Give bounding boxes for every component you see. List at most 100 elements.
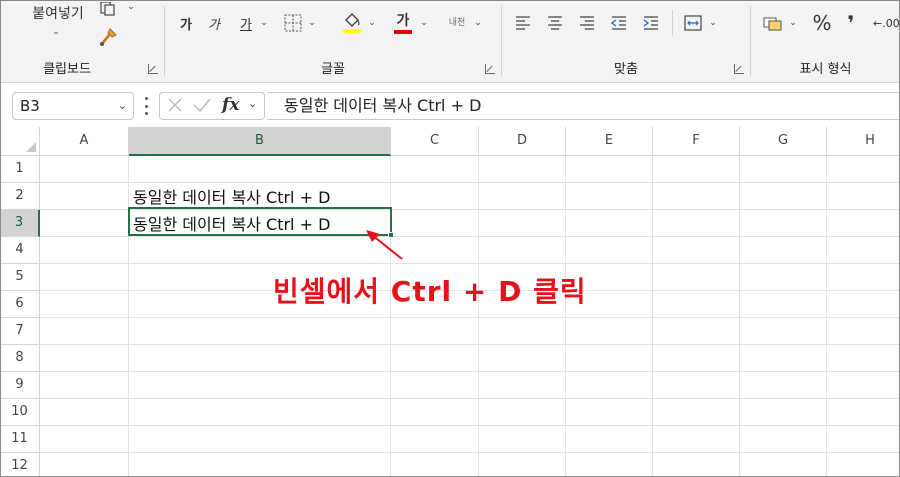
row-header-11[interactable]: 11	[0, 426, 40, 453]
more-options-icon[interactable]	[144, 97, 148, 115]
grid-row-line	[40, 263, 900, 264]
accounting-dropdown[interactable]: ⌄	[787, 12, 799, 34]
chevron-down-icon[interactable]: ⌄	[248, 97, 257, 110]
select-all-button[interactable]	[0, 127, 40, 156]
grid-row-line	[40, 452, 900, 453]
decrease-indent-button[interactable]	[608, 12, 630, 34]
font-color-bar	[394, 30, 412, 34]
increase-decimal-button[interactable]: ←.00	[873, 10, 900, 36]
underline-dropdown[interactable]: ⌄	[257, 12, 271, 34]
grid-row-line	[40, 344, 900, 345]
paste-dropdown[interactable]: ⌄	[46, 24, 66, 40]
column-header-c[interactable]: C	[391, 127, 479, 156]
chevron-down-icon: ⌄	[260, 18, 268, 28]
fill-color-dropdown[interactable]: ⌄	[365, 12, 379, 34]
align-right-icon	[580, 16, 594, 30]
comma-style-button[interactable]: ❜	[841, 10, 861, 36]
row-header-6[interactable]: 6	[0, 291, 40, 318]
fill-color-button[interactable]	[340, 10, 364, 36]
font-group-label: 글꼴	[321, 62, 345, 77]
row-header-9[interactable]: 9	[0, 372, 40, 399]
formula-tools: fx ⌄	[159, 92, 265, 120]
column-header-d[interactable]: D	[479, 127, 566, 156]
alignment-group-label: 맞춤	[614, 62, 638, 77]
enter-icon[interactable]	[192, 96, 212, 118]
merge-center-button[interactable]	[682, 12, 704, 34]
align-right-button[interactable]	[576, 12, 598, 34]
row-header-12[interactable]: 12	[0, 453, 40, 477]
clipboard-group: 붙여넣기 ⌄ ⌄ 클립보드	[0, 0, 164, 83]
italic-button[interactable]: 가	[203, 12, 225, 34]
phonetic-label: 내천	[448, 18, 466, 28]
chevron-down-icon: ⌄	[127, 2, 135, 12]
annotation-text: 빈셀에서 Ctrl + D 클릭	[273, 275, 587, 308]
name-box[interactable]: B3 ⌄	[12, 92, 134, 120]
decimal-label: ←.00	[873, 16, 900, 30]
percent-label: %	[812, 11, 832, 35]
alignment-dialog-launcher[interactable]	[734, 64, 744, 74]
increase-indent-icon	[643, 16, 658, 30]
column-header-b[interactable]: B	[129, 127, 391, 156]
phonetic-dropdown[interactable]: ⌄	[471, 12, 485, 34]
chevron-down-icon: ⌄	[308, 18, 316, 28]
row-header-7[interactable]: 7	[0, 318, 40, 345]
column-header-g[interactable]: G	[740, 127, 827, 156]
row-header-4[interactable]: 4	[0, 237, 40, 264]
chevron-down-icon: ⌄	[474, 18, 482, 28]
column-header-h[interactable]: H	[827, 127, 900, 156]
grid-row-line	[40, 371, 900, 372]
row-header-2[interactable]: 2	[0, 183, 40, 210]
phonetic-button[interactable]: 내천	[443, 10, 471, 36]
borders-icon	[284, 14, 302, 32]
grid-row-line	[40, 398, 900, 399]
insert-function-button[interactable]: fx	[222, 95, 239, 115]
font-dialog-launcher[interactable]	[485, 64, 495, 74]
chevron-down-icon[interactable]: ⌄	[118, 93, 127, 119]
grid-row-line	[40, 425, 900, 426]
row-header-5[interactable]: 5	[0, 264, 40, 291]
underline-label: 가	[240, 17, 252, 33]
align-center-button[interactable]	[544, 12, 566, 34]
copy-button[interactable]	[96, 0, 120, 18]
row-header-10[interactable]: 10	[0, 399, 40, 426]
accounting-format-button[interactable]	[761, 12, 785, 34]
format-painter-icon	[100, 28, 117, 46]
row-header-1[interactable]: 1	[0, 156, 40, 183]
paste-button[interactable]: 붙여넣기	[26, 2, 90, 24]
font-group: 가 가 가 ⌄ ⌄ ⌄ 가 ⌄ 내천 ⌄ 글꼴	[165, 0, 501, 83]
copy-icon	[100, 2, 115, 16]
borders-button[interactable]	[282, 12, 304, 34]
increase-indent-button[interactable]	[640, 12, 662, 34]
cancel-icon[interactable]	[166, 96, 184, 118]
copy-dropdown[interactable]: ⌄	[124, 0, 138, 14]
number-group: ⌄ % ❜ ←.00 표시 형식	[751, 0, 900, 83]
align-center-icon	[548, 16, 562, 30]
formula-input[interactable]: 동일한 데이터 복사 Ctrl + D	[268, 92, 900, 120]
decrease-indent-icon	[611, 16, 626, 30]
bold-label: 가	[180, 17, 192, 33]
font-color-label: 가	[396, 13, 410, 29]
highlight-color-bar	[343, 29, 361, 33]
merge-dropdown[interactable]: ⌄	[706, 12, 720, 34]
paste-label: 붙여넣기	[32, 6, 84, 22]
grid-row-line	[40, 236, 900, 237]
row-header-8[interactable]: 8	[0, 345, 40, 372]
underline-button[interactable]: 가	[235, 12, 257, 34]
font-color-button[interactable]: 가	[391, 8, 415, 36]
borders-dropdown[interactable]: ⌄	[305, 12, 319, 34]
column-header-e[interactable]: E	[566, 127, 653, 156]
bold-button[interactable]: 가	[175, 12, 197, 34]
row-header-3[interactable]: 3	[0, 210, 40, 237]
cell-b2[interactable]: 동일한 데이터 복사 Ctrl + D	[133, 184, 330, 208]
percent-style-button[interactable]: %	[809, 10, 835, 36]
column-header-f[interactable]: F	[653, 127, 740, 156]
alignment-group: ⌄ 맞춤	[502, 0, 750, 83]
clipboard-dialog-launcher[interactable]	[148, 64, 158, 74]
font-color-dropdown[interactable]: ⌄	[417, 12, 431, 34]
formula-bar: B3 ⌄ fx ⌄ 동일한 데이터 복사 Ctrl + D	[0, 83, 900, 127]
column-header-a[interactable]: A	[40, 127, 129, 156]
format-painter-button[interactable]	[96, 26, 120, 48]
ribbon: 붙여넣기 ⌄ ⌄ 클립보드 가 가 가 ⌄ ⌄ ⌄ 가 ⌄ 내천 ⌄ 글꼴 ⌄ …	[0, 0, 900, 83]
worksheet-grid: ABCDEFGH 1 2 3 4 5 6 7 8 9 10 11 12 동일한 데이터 복사 Ctrl…	[0, 127, 900, 477]
align-left-button[interactable]	[512, 12, 534, 34]
